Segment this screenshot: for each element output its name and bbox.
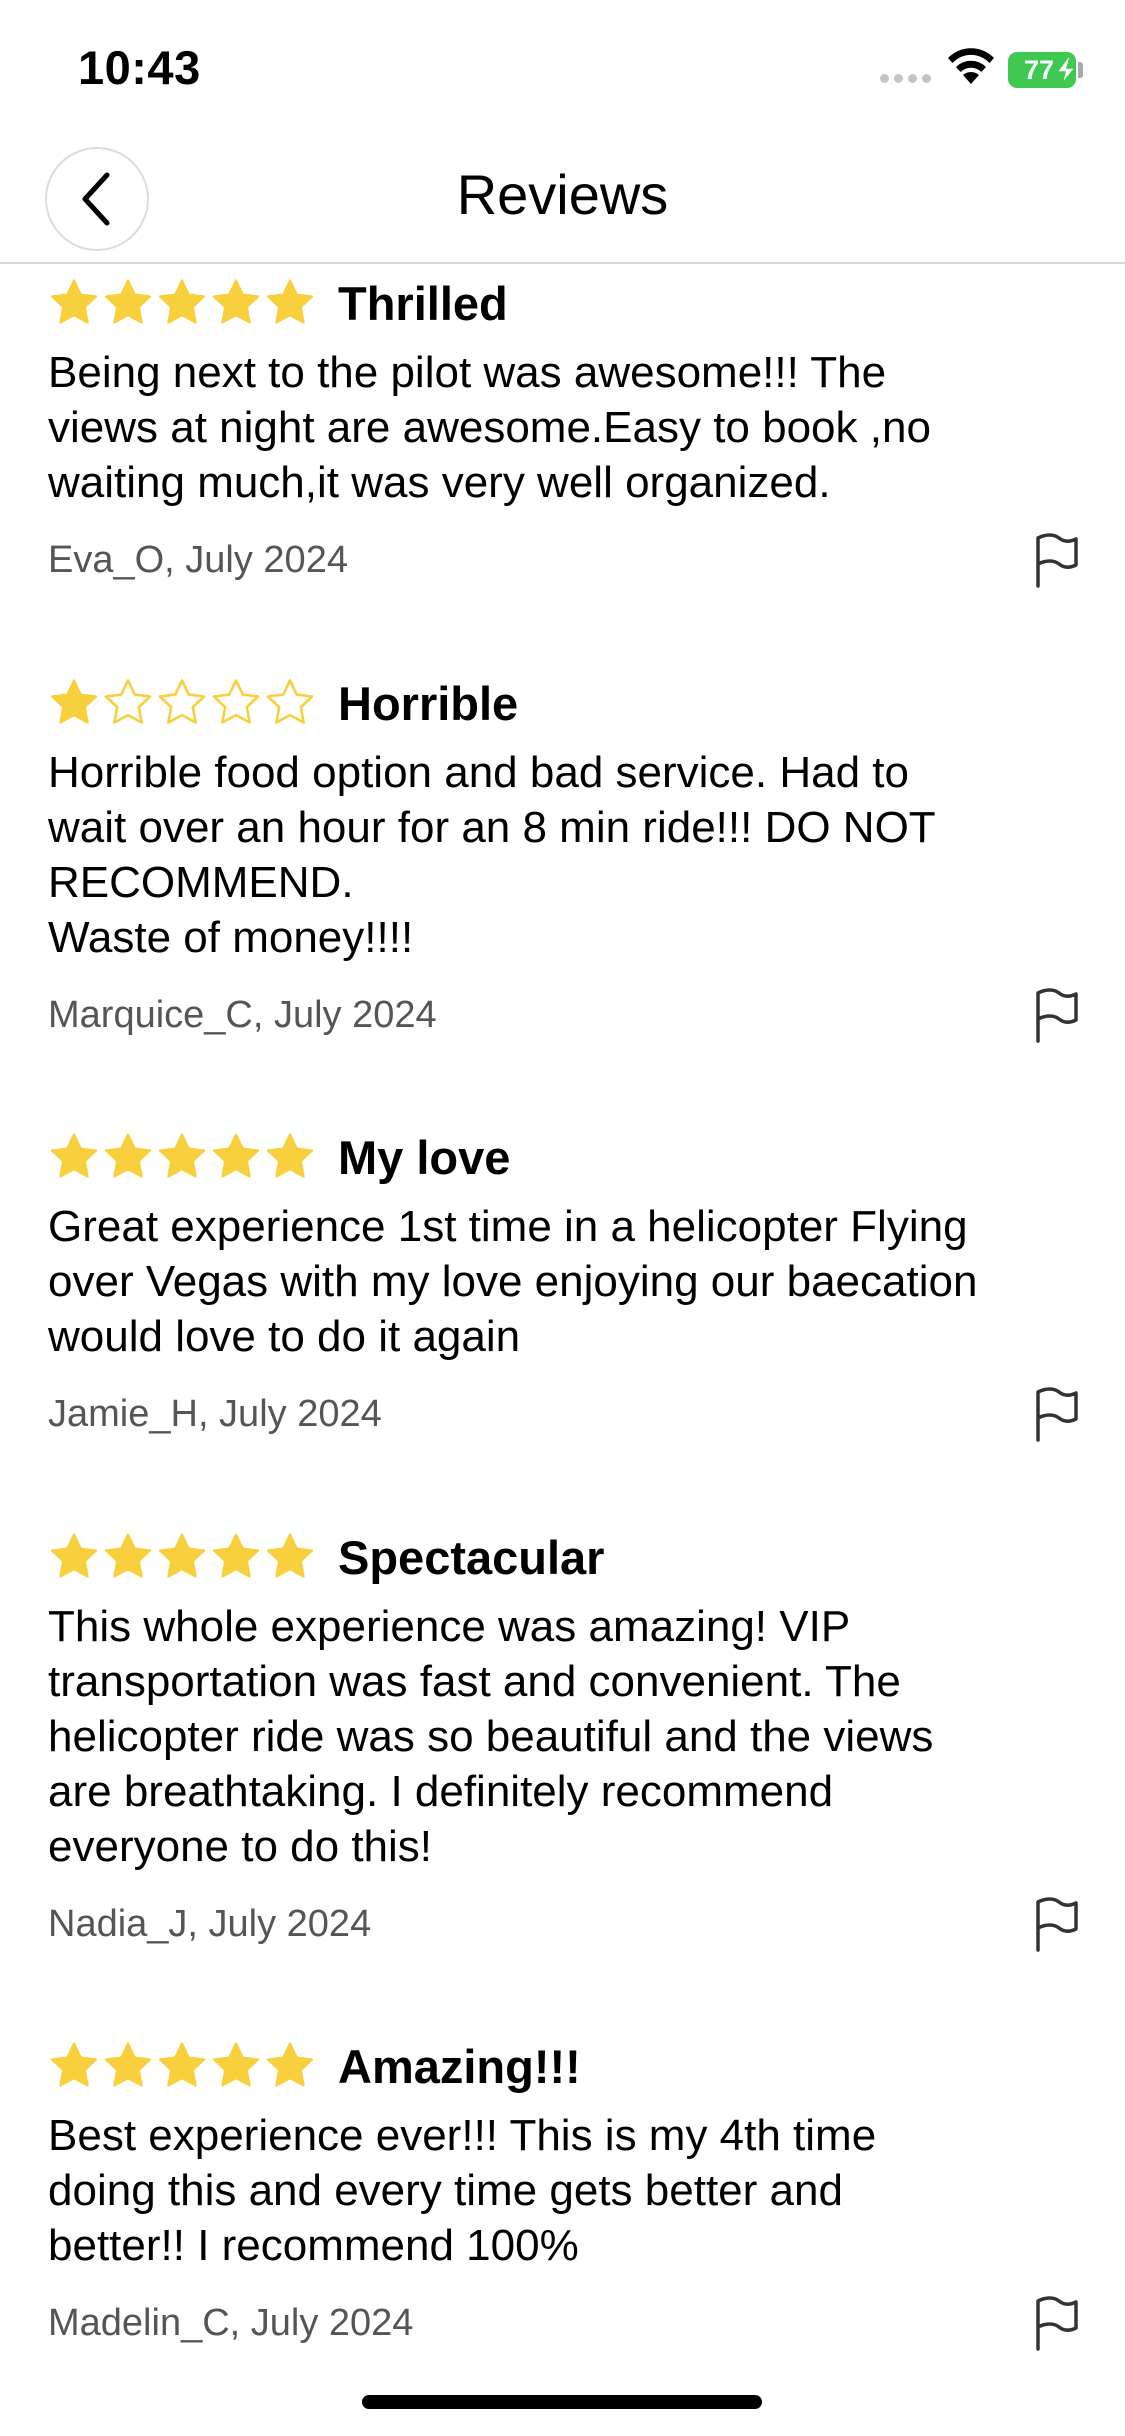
star-rating	[48, 1131, 316, 1183]
review-item: Thrilled Being next to the pilot was awe…	[48, 273, 1078, 590]
review-author-date: Madelin_C, July 2024	[48, 2302, 414, 2344]
battery-level: 77	[1023, 54, 1055, 85]
review-title: Horrible	[338, 676, 519, 730]
wifi-icon	[948, 48, 994, 84]
review-body: Best experience ever!!! This is my 4th t…	[48, 2111, 877, 2270]
battery-indicator: 77	[1008, 52, 1077, 88]
review-author-date: Jamie_H, July 2024	[48, 1393, 382, 1435]
star-empty-icon	[158, 679, 206, 724]
charging-bolt-icon	[1055, 57, 1077, 84]
status-bar: 10:43 77	[0, 0, 1125, 130]
star-filled-icon	[104, 1133, 152, 1178]
star-filled-icon	[158, 1533, 206, 1578]
star-filled-icon	[212, 279, 260, 324]
star-filled-icon	[158, 1133, 206, 1178]
star-filled-icon	[50, 679, 98, 724]
star-filled-icon	[266, 1533, 314, 1578]
review-author-date: Marquice_C, July 2024	[48, 994, 437, 1036]
review-title: My love	[338, 1130, 511, 1184]
review-title: Amazing!!!	[338, 2039, 581, 2093]
star-rating	[48, 2040, 316, 2092]
star-empty-icon	[266, 679, 314, 724]
star-filled-icon	[50, 2042, 98, 2087]
review-author-date: Eva_O, July 2024	[48, 539, 348, 581]
report-flag-icon[interactable]	[1032, 532, 1080, 588]
star-empty-icon	[212, 679, 260, 724]
star-filled-icon	[266, 279, 314, 324]
star-filled-icon	[104, 1533, 152, 1578]
review-item: Amazing!!! Best experience ever!!! This …	[48, 2036, 1078, 2353]
status-time: 10:43	[78, 41, 201, 94]
report-flag-icon[interactable]	[1032, 2295, 1080, 2351]
battery-nub	[1078, 62, 1083, 78]
review-item: My love Great experience 1st time in a h…	[48, 1127, 1078, 1444]
review-item: Horrible Horrible food option and bad se…	[48, 673, 1078, 1045]
star-filled-icon	[266, 2042, 314, 2087]
page-title: Reviews	[456, 163, 669, 226]
review-title: Thrilled	[338, 276, 508, 330]
star-filled-icon	[104, 279, 152, 324]
star-filled-icon	[212, 1533, 260, 1578]
star-filled-icon	[50, 1133, 98, 1178]
star-filled-icon	[212, 2042, 260, 2087]
star-filled-icon	[50, 1533, 98, 1578]
star-filled-icon	[50, 279, 98, 324]
star-filled-icon	[212, 1133, 260, 1178]
star-empty-icon	[104, 679, 152, 724]
review-item: Spectacular This whole experience was am…	[48, 1527, 1078, 1954]
review-body: Being next to the pilot was awesome!!! T…	[48, 348, 931, 507]
star-filled-icon	[104, 2042, 152, 2087]
star-filled-icon	[158, 2042, 206, 2087]
review-body: Horrible food option and bad service. Ha…	[48, 748, 936, 962]
report-flag-icon[interactable]	[1032, 987, 1080, 1043]
report-flag-icon[interactable]	[1032, 1896, 1080, 1952]
nav-bar: Reviews	[0, 130, 1125, 264]
report-flag-icon[interactable]	[1032, 1386, 1080, 1442]
review-body: Great experience 1st time in a helicopte…	[48, 1202, 978, 1361]
review-author-date: Nadia_J, July 2024	[48, 1903, 372, 1945]
review-title: Spectacular	[338, 1530, 605, 1584]
star-filled-icon	[158, 279, 206, 324]
cellular-signal-icon	[880, 74, 931, 83]
star-rating	[48, 677, 316, 729]
home-indicator[interactable]	[362, 2395, 762, 2409]
star-rating	[48, 277, 316, 329]
review-body: This whole experience was amazing! VIP t…	[48, 1602, 934, 1871]
star-filled-icon	[266, 1133, 314, 1178]
star-rating	[48, 1531, 316, 1583]
